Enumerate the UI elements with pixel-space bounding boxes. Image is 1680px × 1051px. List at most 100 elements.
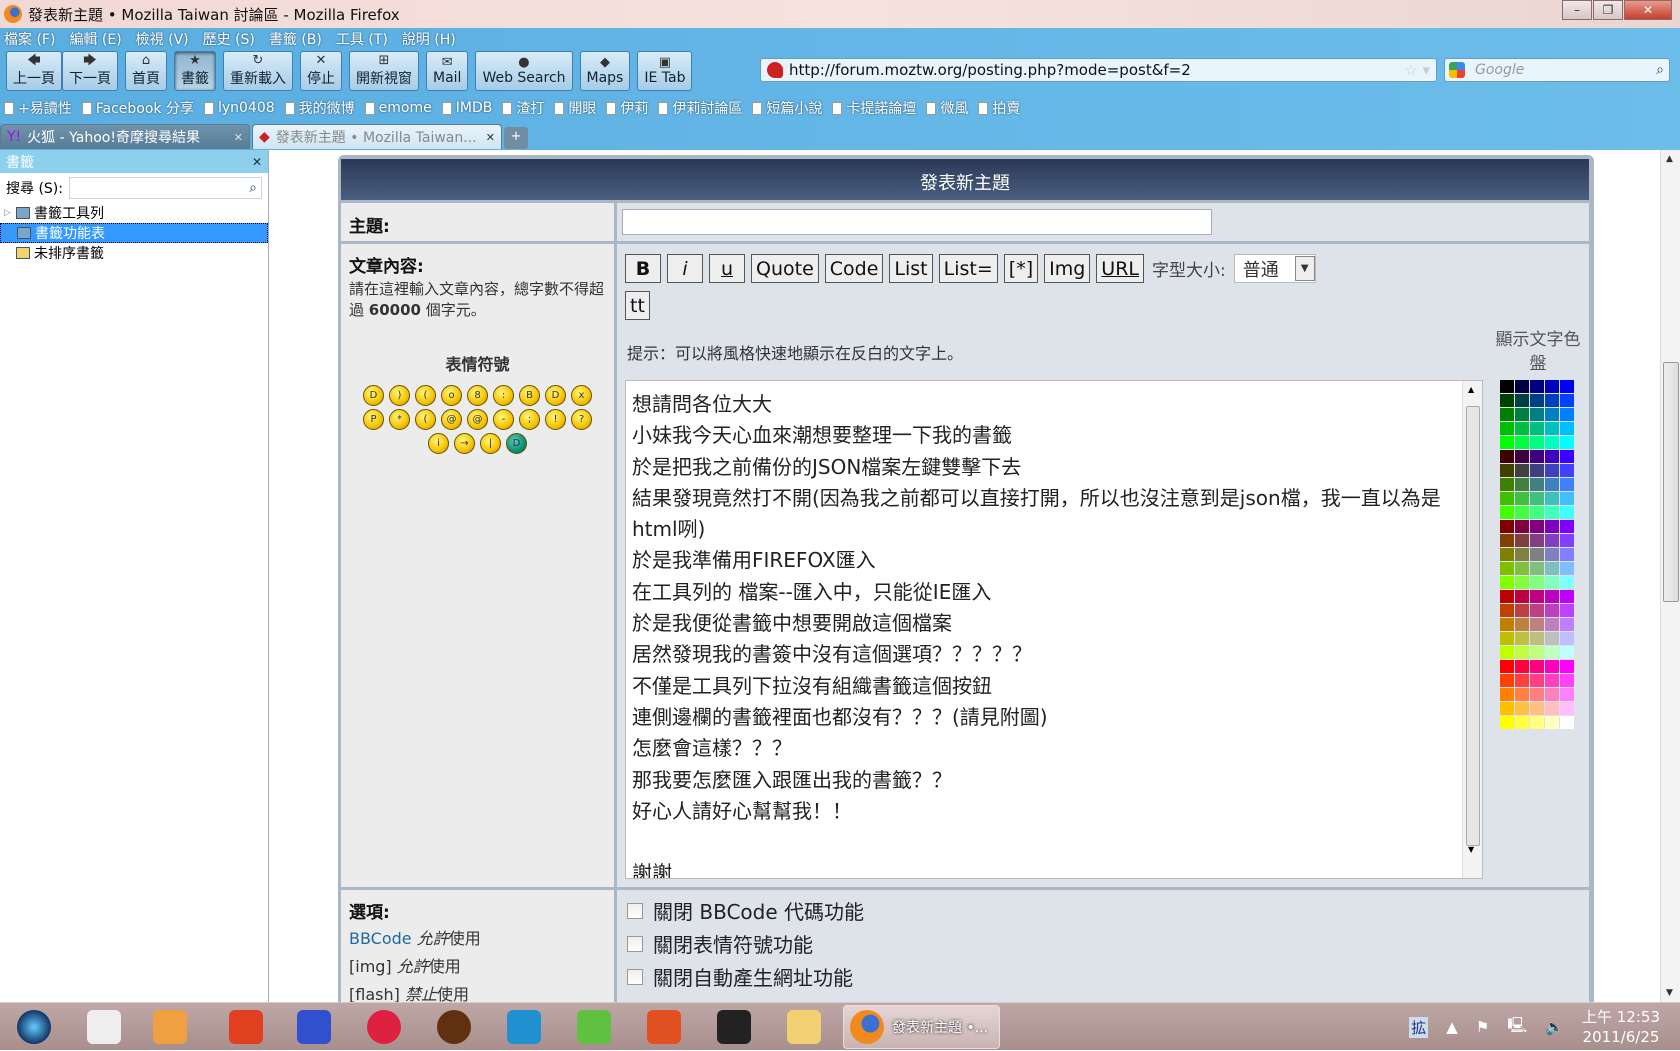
palette-color-swatch[interactable]	[1530, 464, 1544, 477]
minimize-button[interactable]: –	[1562, 0, 1592, 20]
palette-color-swatch[interactable]	[1560, 590, 1574, 603]
palette-color-swatch[interactable]	[1500, 408, 1514, 421]
palette-color-swatch[interactable]	[1530, 408, 1544, 421]
taskbar-app-7[interactable]	[502, 1007, 546, 1047]
palette-color-swatch[interactable]	[1545, 436, 1559, 449]
palette-color-swatch[interactable]	[1560, 702, 1574, 715]
url-bar[interactable]: http://forum.moztw.org/posting.php?mode=…	[760, 58, 1437, 82]
tab-yahoo[interactable]: Y! 火狐 - Yahoo!奇摩搜尋結果 ✕	[0, 124, 250, 149]
font-size-select[interactable]: 普通 ▼	[1233, 254, 1316, 283]
palette-color-swatch[interactable]	[1500, 660, 1514, 673]
bookmark-item[interactable]: 短篇小說	[752, 98, 822, 118]
bookmark-item[interactable]: 渣打	[502, 98, 544, 118]
action-center-flag-icon[interactable]: ⚑	[1476, 1018, 1489, 1036]
smiley-icon[interactable]: P	[363, 409, 384, 430]
disable-magic-url-checkbox[interactable]: 關閉自動產生網址功能	[627, 960, 1579, 993]
bbcode-button-4[interactable]: Code	[824, 254, 884, 283]
bookmark-item[interactable]: 我的微博	[284, 98, 355, 118]
bbcode-button-6[interactable]: List=	[938, 254, 998, 283]
toolbar-button-7[interactable]: ✉ Mail	[426, 51, 469, 91]
smiley-icon[interactable]: *	[389, 409, 410, 430]
palette-color-swatch[interactable]	[1560, 380, 1574, 393]
smiley-icon[interactable]: )	[389, 385, 410, 406]
menu-tools[interactable]: 工具 (T)	[336, 29, 388, 49]
taskbar-firefox[interactable]: 發表新主題 •...	[843, 1005, 1000, 1049]
tab-moztw[interactable]: ◆ 發表新主題 • Mozilla Taiwan... ✕	[252, 124, 502, 149]
palette-color-swatch[interactable]	[1515, 464, 1529, 477]
palette-color-swatch[interactable]	[1530, 380, 1544, 393]
toolbar-button-4[interactable]: ↻ 重新載入	[223, 51, 293, 91]
smiley-icon[interactable]: @	[441, 409, 462, 430]
palette-color-swatch[interactable]	[1515, 506, 1529, 519]
palette-color-swatch[interactable]	[1545, 702, 1559, 715]
palette-color-swatch[interactable]	[1500, 646, 1514, 659]
palette-color-swatch[interactable]	[1530, 618, 1544, 631]
palette-color-swatch[interactable]	[1560, 716, 1574, 729]
palette-color-swatch[interactable]	[1560, 632, 1574, 645]
palette-color-swatch[interactable]	[1545, 492, 1559, 505]
option-name[interactable]: BBCode	[349, 929, 412, 948]
scroll-down-icon[interactable]: ▼	[1468, 845, 1474, 854]
toolbar-button-1[interactable]: 🡆 下一頁	[62, 51, 118, 91]
sidebar-item-unsorted[interactable]: 未排序書籤	[0, 243, 268, 263]
toolbar-button-10[interactable]: ▣ IE Tab	[637, 51, 693, 91]
smiley-icon[interactable]: -	[493, 409, 514, 430]
toolbar-button-8[interactable]: ● Web Search	[475, 51, 573, 91]
smiley-icon[interactable]: |	[480, 433, 501, 454]
palette-color-swatch[interactable]	[1500, 394, 1514, 407]
chevron-down-icon[interactable]: ▼	[1294, 256, 1315, 281]
palette-color-swatch[interactable]	[1500, 702, 1514, 715]
palette-color-swatch[interactable]	[1560, 492, 1574, 505]
smiley-icon[interactable]: (	[415, 409, 436, 430]
palette-color-swatch[interactable]	[1500, 520, 1514, 533]
palette-color-swatch[interactable]	[1500, 674, 1514, 687]
palette-color-swatch[interactable]	[1530, 478, 1544, 491]
start-button[interactable]	[12, 1007, 56, 1047]
menu-history[interactable]: 歷史 (S)	[203, 29, 255, 49]
bookmark-item[interactable]: 拍賣	[978, 98, 1020, 118]
smiley-icon[interactable]: (	[415, 385, 436, 406]
palette-color-swatch[interactable]	[1560, 576, 1574, 589]
scroll-thumb[interactable]	[1663, 362, 1679, 602]
bbcode-button-9[interactable]: URL	[1096, 254, 1144, 283]
smiley-icon[interactable]: ;	[519, 409, 540, 430]
palette-color-swatch[interactable]	[1545, 576, 1559, 589]
smiley-icon[interactable]: @	[467, 409, 488, 430]
scroll-down-icon[interactable]: ▼	[1666, 988, 1673, 998]
palette-color-swatch[interactable]	[1545, 604, 1559, 617]
palette-color-swatch[interactable]	[1500, 422, 1514, 435]
palette-color-swatch[interactable]	[1515, 576, 1529, 589]
palette-color-swatch[interactable]	[1530, 716, 1544, 729]
palette-color-swatch[interactable]	[1500, 436, 1514, 449]
sidebar-item-bookmarks-toolbar[interactable]: ▷ 書籤工具列	[0, 203, 268, 223]
palette-color-swatch[interactable]	[1500, 562, 1514, 575]
palette-color-swatch[interactable]	[1530, 492, 1544, 505]
bbcode-button-0[interactable]: B	[625, 254, 661, 283]
palette-color-swatch[interactable]	[1545, 716, 1559, 729]
palette-color-swatch[interactable]	[1560, 548, 1574, 561]
palette-color-swatch[interactable]	[1560, 506, 1574, 519]
palette-color-swatch[interactable]	[1500, 478, 1514, 491]
palette-color-swatch[interactable]	[1545, 520, 1559, 533]
palette-color-swatch[interactable]	[1560, 618, 1574, 631]
textarea-scrollbar[interactable]: ▲ ▼	[1462, 381, 1482, 878]
search-bar[interactable]: Google ⌕	[1444, 58, 1670, 82]
subject-input[interactable]	[622, 209, 1212, 235]
palette-color-swatch[interactable]	[1500, 450, 1514, 463]
smiley-icon[interactable]: :	[493, 385, 514, 406]
scroll-up-icon[interactable]: ▲	[1666, 154, 1673, 164]
palette-color-swatch[interactable]	[1500, 548, 1514, 561]
palette-color-swatch[interactable]	[1515, 478, 1529, 491]
bbcode-button-8[interactable]: Img	[1044, 254, 1091, 283]
toolbar-button-6[interactable]: ⊞ 開新視窗	[349, 51, 419, 91]
taskbar-app-10[interactable]	[712, 1007, 756, 1047]
taskbar-app-1[interactable]	[82, 1007, 126, 1047]
palette-color-swatch[interactable]	[1500, 688, 1514, 701]
palette-color-swatch[interactable]	[1500, 604, 1514, 617]
menu-bookmarks[interactable]: 書籤 (B)	[269, 29, 322, 49]
palette-color-swatch[interactable]	[1560, 660, 1574, 673]
checkbox[interactable]	[627, 935, 643, 952]
palette-color-swatch[interactable]	[1515, 450, 1529, 463]
palette-color-swatch[interactable]	[1500, 492, 1514, 505]
palette-color-swatch[interactable]	[1560, 478, 1574, 491]
